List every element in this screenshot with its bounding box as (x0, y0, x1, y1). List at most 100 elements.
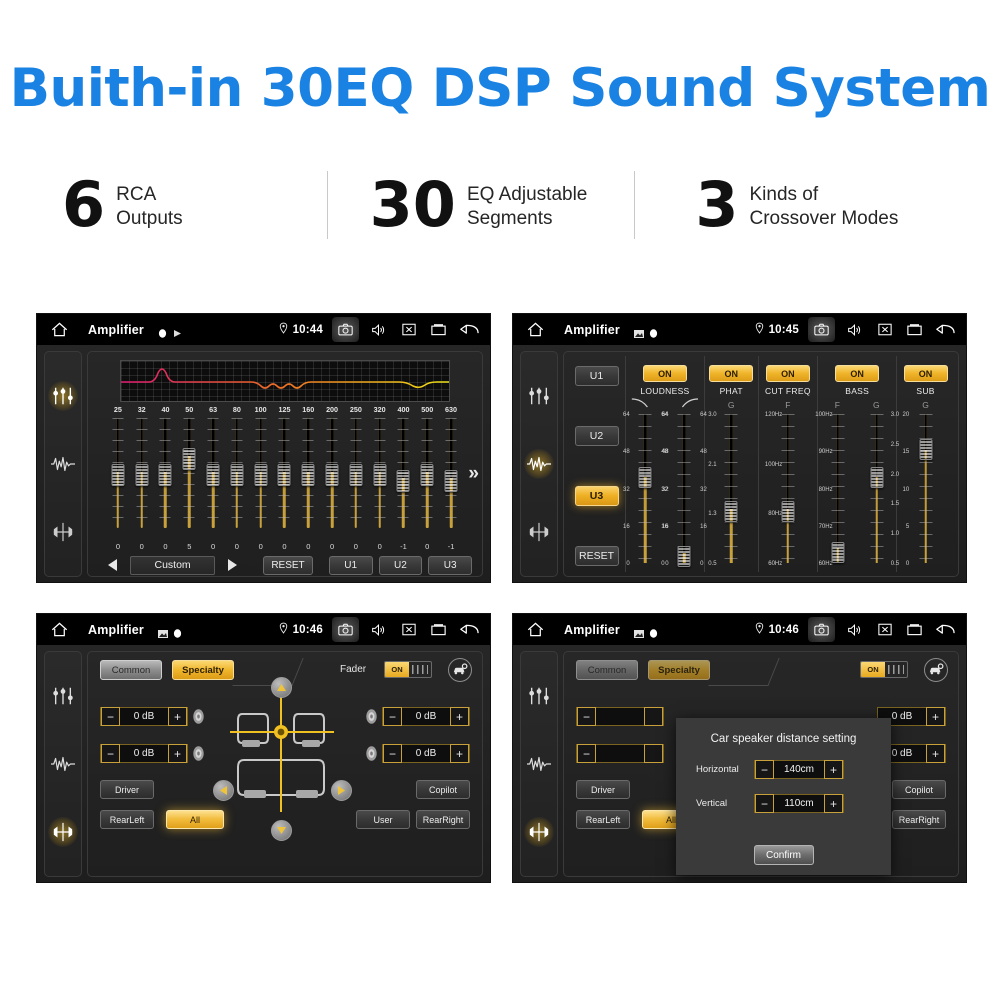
equalizer-icon[interactable] (524, 681, 554, 711)
volume-icon[interactable] (368, 319, 389, 340)
balance-fader-icon[interactable] (524, 817, 554, 847)
seat-rearright-button[interactable]: RearRight (416, 810, 470, 829)
eq-band[interactable] (439, 416, 463, 541)
balance-fader-icon[interactable] (524, 517, 554, 547)
move-up-button[interactable] (271, 677, 292, 698)
seat-all-button[interactable]: All (166, 810, 224, 829)
eq-band[interactable] (130, 416, 154, 541)
recents-icon[interactable] (904, 319, 925, 340)
preset-u3-button[interactable]: U3 (575, 486, 619, 506)
increase-button[interactable]: + (926, 744, 945, 763)
xover-knob[interactable] (781, 501, 794, 522)
xover-knob[interactable] (831, 542, 844, 563)
eq-band[interactable] (296, 416, 320, 541)
preset-u2-button[interactable]: U2 (379, 556, 423, 575)
eq-knob[interactable] (302, 464, 315, 486)
move-down-button[interactable] (271, 820, 292, 841)
bass-on-button[interactable]: ON (835, 365, 879, 382)
seat-copilot-button[interactable]: Copilot (416, 780, 470, 799)
xover-knob[interactable] (870, 467, 883, 488)
back-icon[interactable] (934, 319, 955, 340)
eq-knob[interactable] (373, 464, 386, 486)
eq-band[interactable] (201, 416, 225, 541)
xover-knob[interactable] (678, 546, 691, 567)
xover-slider[interactable]: 120Hz100Hz80Hz60Hz (768, 412, 808, 567)
eq-knob[interactable] (278, 464, 291, 486)
increase-button[interactable] (644, 707, 663, 726)
eq-knob[interactable] (230, 464, 243, 486)
home-icon[interactable] (48, 320, 70, 340)
phat-on-button[interactable]: ON (709, 365, 753, 382)
camera-icon[interactable] (332, 317, 359, 342)
eq-knob[interactable] (445, 470, 458, 492)
waveform-icon[interactable] (48, 749, 78, 779)
move-left-button[interactable] (213, 780, 234, 801)
eq-knob[interactable] (254, 464, 267, 486)
preset-prev-button[interactable] (102, 555, 124, 575)
balance-fader-icon[interactable] (48, 817, 78, 847)
reset-button[interactable]: RESET (575, 546, 619, 566)
increase-button[interactable]: + (168, 707, 187, 726)
preset-u1-button[interactable]: U1 (329, 556, 373, 575)
waveform-icon[interactable] (524, 449, 554, 479)
car-settings-icon[interactable] (924, 658, 948, 682)
volume-icon[interactable] (844, 319, 865, 340)
preset-display[interactable]: Custom (130, 556, 215, 575)
xover-slider[interactable]: 100Hz90Hz80Hz70Hz60Hz (818, 412, 857, 567)
eq-band[interactable] (344, 416, 368, 541)
home-icon[interactable] (48, 620, 70, 640)
waveform-icon[interactable] (524, 749, 554, 779)
xover-slider[interactable]: 20151050 (906, 412, 946, 567)
seat-copilot-button[interactable]: Copilot (892, 780, 946, 799)
tab-specialty[interactable]: Specialty (648, 660, 710, 680)
close-box-icon[interactable] (398, 319, 419, 340)
increase-button[interactable]: + (168, 744, 187, 763)
confirm-button[interactable]: Confirm (754, 845, 814, 865)
back-icon[interactable] (458, 619, 479, 640)
back-icon[interactable] (458, 319, 479, 340)
close-box-icon[interactable] (874, 619, 895, 640)
car-seat-diagram[interactable] (230, 692, 334, 812)
volume-icon[interactable] (368, 619, 389, 640)
xover-slider[interactable]: 3.02.11.30.5 (711, 412, 751, 567)
increase-button[interactable]: + (926, 707, 945, 726)
decrease-button[interactable]: − (383, 744, 402, 763)
decrease-button[interactable]: − (101, 744, 120, 763)
cut-freq-on-button[interactable]: ON (766, 365, 810, 382)
equalizer-icon[interactable] (524, 381, 554, 411)
increase-button[interactable] (644, 744, 663, 763)
eq-band[interactable] (249, 416, 273, 541)
home-icon[interactable] (524, 320, 546, 340)
camera-icon[interactable] (332, 617, 359, 642)
chevron-double-right-icon[interactable]: » (468, 464, 479, 483)
move-right-button[interactable] (331, 780, 352, 801)
recents-icon[interactable] (428, 619, 449, 640)
decrease-button[interactable]: − (577, 744, 596, 763)
balance-fader-icon[interactable] (48, 517, 78, 547)
preset-u2-button[interactable]: U2 (575, 426, 619, 446)
xover-knob[interactable] (725, 501, 738, 522)
back-icon[interactable] (934, 619, 955, 640)
eq-band[interactable] (154, 416, 178, 541)
equalizer-icon[interactable] (48, 381, 78, 411)
fader-toggle[interactable]: ON (860, 661, 908, 678)
eq-knob[interactable] (207, 464, 220, 486)
xover-slider[interactable]: 644832160644832160 (626, 412, 665, 567)
xover-knob[interactable] (639, 467, 652, 488)
fader-toggle[interactable]: ON (384, 661, 432, 678)
decrease-button[interactable]: − (755, 760, 774, 779)
seat-user-button[interactable]: User (356, 810, 410, 829)
decrease-button[interactable]: − (577, 707, 596, 726)
xover-knob[interactable] (919, 439, 932, 460)
recents-icon[interactable] (428, 319, 449, 340)
eq-knob[interactable] (135, 464, 148, 486)
xover-slider[interactable]: 3.02.52.01.51.00.5 (857, 412, 896, 567)
seat-driver-button[interactable]: Driver (100, 780, 154, 799)
eq-band[interactable] (225, 416, 249, 541)
camera-icon[interactable] (808, 317, 835, 342)
camera-icon[interactable] (808, 617, 835, 642)
decrease-button[interactable]: − (755, 794, 774, 813)
increase-button[interactable]: + (450, 744, 469, 763)
home-icon[interactable] (524, 620, 546, 640)
seat-rearleft-button[interactable]: RearLeft (576, 810, 630, 829)
